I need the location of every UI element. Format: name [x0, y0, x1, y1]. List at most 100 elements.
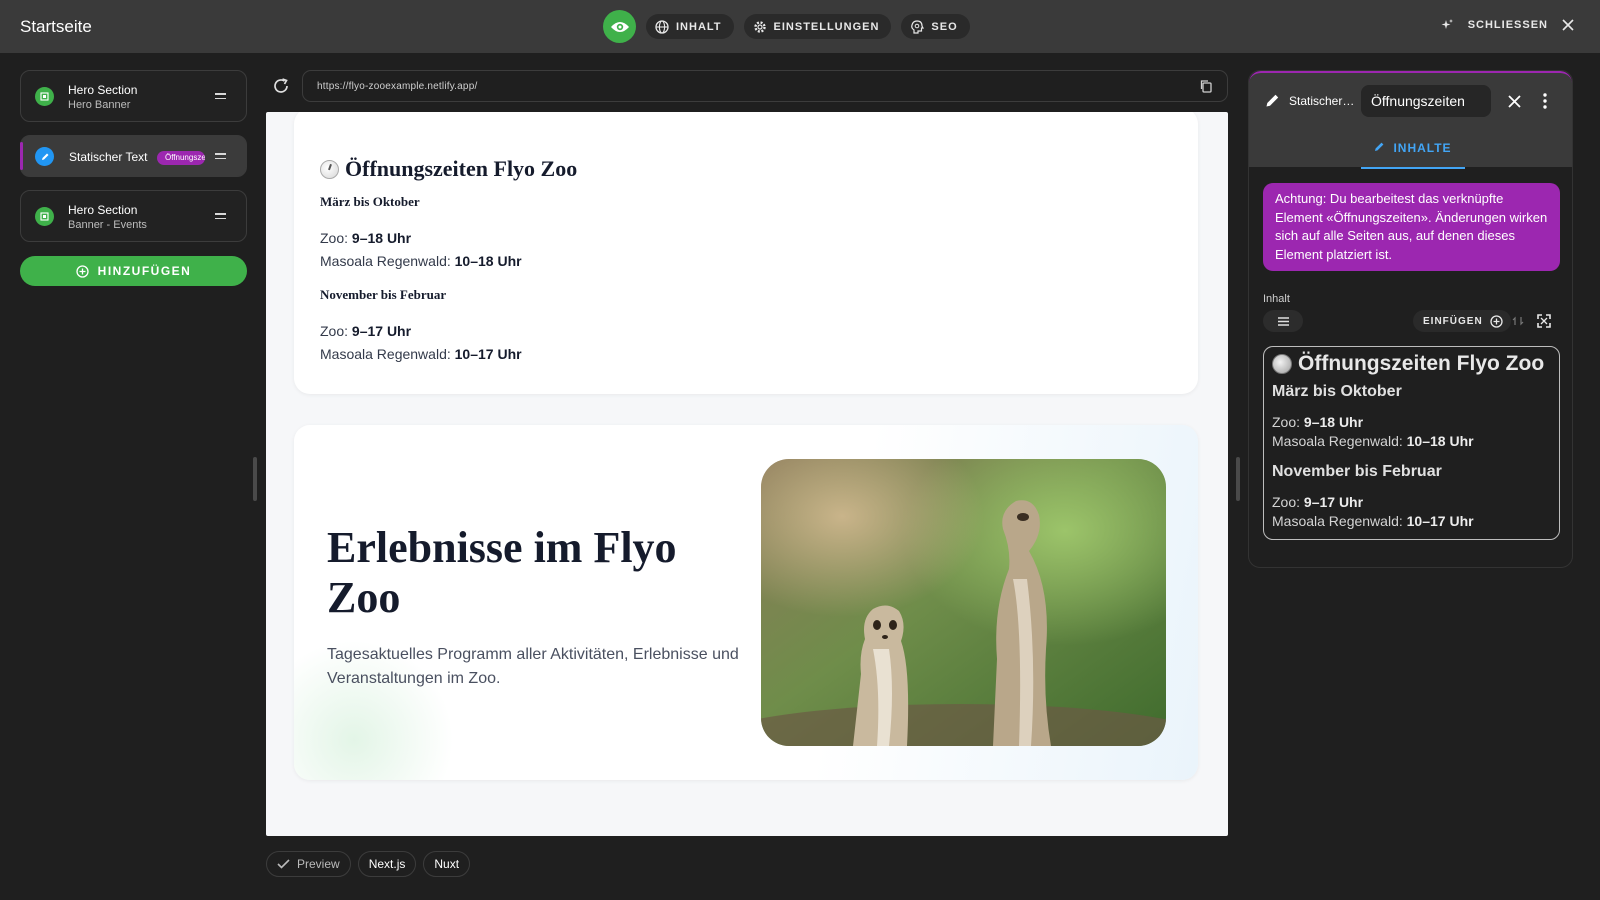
insert-button[interactable]: EINFÜGEN [1413, 310, 1511, 332]
hours-line: Zoo: 9–17 Uhr [320, 323, 411, 339]
sparkle-icon[interactable] [1440, 18, 1454, 32]
fullscreen-icon[interactable] [1537, 314, 1551, 328]
copy-icon[interactable] [1199, 79, 1213, 93]
hours-label: Masoala Regenwald: [320, 346, 451, 362]
tab-seo[interactable]: SEO [901, 14, 970, 39]
sidebar-item-hero-banner[interactable]: Hero Section Hero Banner [20, 70, 247, 122]
tab-seo-label: SEO [931, 20, 958, 33]
eye-icon [610, 21, 629, 32]
season-heading: November bis Februar [320, 287, 447, 302]
hours-value: 10–18 Uhr [1406, 433, 1474, 449]
hero-section-icon [35, 207, 54, 226]
close-icon[interactable] [1562, 19, 1574, 31]
hours-label: Masoala Regenwald: [1272, 513, 1403, 529]
editor-season-heading: März bis Oktober [1272, 383, 1402, 400]
hours-value: 10–18 Uhr [454, 253, 522, 269]
editor-hours-line: Zoo: 9–17 Uhr [1272, 494, 1363, 510]
drag-handle-icon[interactable] [215, 153, 226, 162]
framework-switcher: Preview Next.js Nuxt [266, 851, 471, 877]
element-name-field[interactable]: Öffnungszeiten [1361, 85, 1491, 117]
tab-inhalt-label: INHALT [676, 20, 722, 33]
hours-value: 10–17 Uhr [454, 346, 522, 362]
sync-icon[interactable] [1512, 315, 1524, 327]
sidebar-item-statischer-text[interactable]: Statischer Text Öffnungszeiten [20, 135, 247, 177]
tab-inhalte[interactable]: INHALTE [1361, 141, 1465, 169]
reload-icon[interactable] [272, 77, 290, 95]
opening-hours-title-text: Öffnungszeiten Flyo Zoo [345, 156, 578, 181]
editor-breadcrumb[interactable]: Statischer ... [1289, 94, 1355, 108]
hero-text: Tagesaktuelles Programm aller Aktivitäte… [327, 646, 739, 687]
left-resize-handle[interactable] [253, 457, 257, 501]
insert-label: EINFÜGEN [1423, 315, 1483, 327]
hero-events-block[interactable]: Erlebnisse im Flyo Zoo Tagesaktuelles Pr… [294, 425, 1198, 780]
framework-nuxt-button[interactable]: Nuxt [423, 851, 471, 877]
editor-header: Statischer ... Öffnungszeiten INHALTE [1249, 71, 1572, 169]
meerkat-photo [761, 459, 1166, 746]
clock-emoji-icon [320, 159, 339, 179]
right-resize-handle[interactable] [1236, 457, 1240, 501]
sidebar-item-title: Hero Section [68, 83, 138, 97]
add-block-label: HINZUFÜGEN [97, 264, 192, 278]
hours-label: Zoo: [320, 230, 349, 246]
close-panel-icon[interactable] [1508, 95, 1521, 108]
framework-nextjs-button[interactable]: Next.js [357, 851, 417, 877]
sidebar-item-banner-events[interactable]: Hero Section Banner - Events [20, 190, 247, 242]
editor-hours-line: Zoo: 9–18 Uhr [1272, 414, 1363, 430]
close-editor-button[interactable]: SCHLIESSEN [1468, 19, 1548, 31]
editor-hours-line: Masoala Regenwald: 10–18 Uhr [1272, 433, 1474, 449]
tab-einstellungen-label: EINSTELLUNGEN [773, 20, 880, 33]
hero-section-icon [35, 87, 54, 106]
editor-heading-text: Öffnungszeiten Flyo Zoo [1298, 352, 1545, 375]
tab-inhalte-label: INHALTE [1393, 141, 1452, 155]
framework-label: Preview [297, 857, 340, 871]
framework-preview-button[interactable]: Preview [266, 851, 351, 877]
editor-heading: Öffnungszeiten Flyo Zoo [1272, 352, 1544, 376]
globe-icon [655, 19, 669, 34]
pencil-icon [1266, 94, 1279, 107]
tab-einstellungen[interactable]: EINSTELLUNGEN [743, 14, 892, 39]
menu-lines-icon [1277, 316, 1289, 326]
hours-value: 9–17 Uhr [1303, 494, 1364, 510]
framework-label: Nuxt [434, 857, 460, 871]
more-vertical-icon[interactable] [1543, 93, 1547, 109]
hours-value: 10–17 Uhr [1406, 513, 1474, 529]
hours-value: 9–18 Uhr [1303, 414, 1364, 430]
season-heading: März bis Oktober [320, 194, 420, 209]
tab-inhalt[interactable]: INHALT [646, 14, 734, 39]
check-icon [277, 859, 290, 869]
hours-value: 9–18 Uhr [351, 230, 412, 246]
gear-icon [753, 20, 766, 33]
hours-value: 9–17 Uhr [351, 323, 412, 339]
plus-circle-icon [1490, 314, 1503, 328]
preview-eye-button[interactable] [603, 10, 636, 43]
rich-text-editor[interactable]: Öffnungszeiten Flyo Zoo März bis Oktober… [1263, 346, 1560, 540]
hero-title: Erlebnisse im Flyo Zoo [327, 523, 677, 622]
pencil-tab-icon [1375, 142, 1384, 151]
format-menu-button[interactable] [1263, 310, 1303, 332]
sidebar-item-subtitle: Hero Banner [68, 99, 131, 111]
drag-handle-icon[interactable] [215, 93, 226, 102]
plus-circle-icon [76, 264, 89, 278]
preview-frame: Öffnungszeiten Flyo Zoo März bis Oktober… [266, 112, 1228, 836]
drag-handle-icon[interactable] [215, 213, 226, 222]
url-bar[interactable]: https://flyo-zooexample.netlify.app/ [302, 70, 1228, 102]
opening-hours-title: Öffnungszeiten Flyo Zoo [320, 156, 577, 182]
opening-hours-block[interactable]: Öffnungszeiten Flyo Zoo März bis Oktober… [294, 112, 1198, 394]
hours-label: Masoala Regenwald: [320, 253, 451, 269]
add-block-button[interactable]: HINZUFÜGEN [20, 256, 247, 286]
hours-label: Zoo: [1272, 494, 1301, 510]
clock-emoji-icon [1272, 354, 1292, 374]
mode-switcher: INHALT EINSTELLUNGEN SEO [603, 10, 970, 43]
seo-icon [911, 19, 925, 34]
hours-line: Zoo: 9–18 Uhr [320, 230, 411, 246]
linked-element-warning: Achtung: Du bearbeitest das verknüpfte E… [1263, 183, 1560, 271]
sidebar-item-title: Hero Section [68, 203, 138, 217]
url-text: https://flyo-zooexample.netlify.app/ [317, 81, 478, 92]
hours-label: Zoo: [1272, 414, 1301, 430]
hours-line: Masoala Regenwald: 10–18 Uhr [320, 253, 522, 269]
top-actions: SCHLIESSEN [1440, 18, 1574, 32]
edit-pencil-icon [35, 147, 54, 166]
content-label: Inhalt [1263, 293, 1290, 305]
editor-hours-line: Masoala Regenwald: 10–17 Uhr [1272, 513, 1474, 529]
linked-element-badge: Öffnungszeiten [157, 151, 205, 165]
